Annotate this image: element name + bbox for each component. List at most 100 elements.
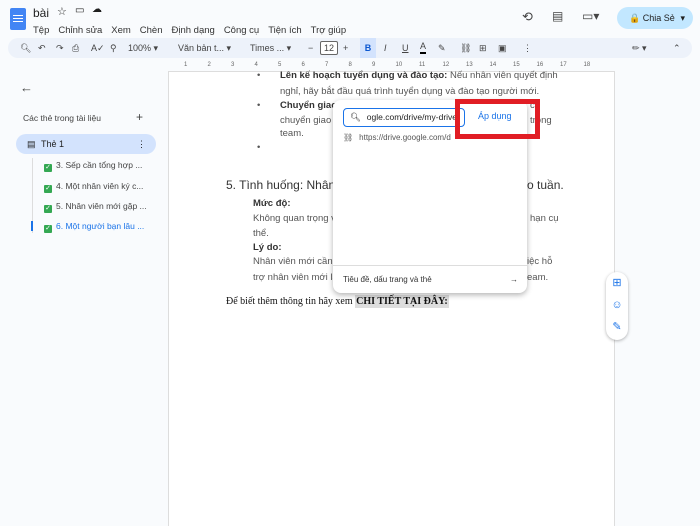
- font-size-input[interactable]: 12: [320, 41, 338, 55]
- cloud-status-icon[interactable]: ☁: [92, 4, 102, 15]
- style-select[interactable]: Văn bản t... ▾: [178, 38, 231, 58]
- doc-text: Không quan trọng v: [253, 213, 336, 224]
- ruler-tick-label: 6: [301, 62, 305, 68]
- font-select[interactable]: Times ... ▾: [250, 38, 291, 58]
- selected-link-text[interactable]: CHI TIẾT TẠI ĐÂY:: [355, 295, 449, 308]
- doc-text: Nhân viên mới cần t: [253, 256, 338, 267]
- editing-mode-icon[interactable]: ✏ ▾: [632, 38, 647, 58]
- ruler-tick-label: 9: [372, 62, 376, 68]
- outline-item[interactable]: ✓ 4. Một nhân viên ký c...: [44, 181, 143, 193]
- font-size-decrease-button[interactable]: −: [308, 38, 313, 58]
- menu-edit[interactable]: Chỉnh sửa: [58, 25, 102, 36]
- link-icon: ⛓: [343, 133, 354, 142]
- ruler-tick-label: 15: [513, 62, 520, 68]
- move-folder-icon[interactable]: ▭: [75, 5, 84, 16]
- menu-extensions[interactable]: Tiện ích: [268, 25, 301, 36]
- sidebar-tab-1[interactable]: ▤ Thẻ 1 ⋮: [16, 134, 156, 154]
- share-button[interactable]: 🔒 Chia Sẻ ▾: [617, 7, 693, 29]
- tab-icon: ▤: [27, 139, 36, 149]
- close-sidebar-icon[interactable]: ←: [20, 80, 33, 95]
- link-suggestion[interactable]: ⛓ https://drive.google.com/d: [343, 133, 451, 142]
- insert-image-icon[interactable]: ▣: [498, 38, 507, 58]
- divider: [333, 265, 527, 266]
- highlight-box: [455, 99, 540, 139]
- doc-text: trợ nhân viên mới là: [253, 272, 338, 283]
- checkbox-icon: ✓: [44, 225, 52, 233]
- ruler-tick-label: 17: [560, 62, 567, 68]
- outline-item[interactable]: ✓ 5. Nhân viên mới gặp ...: [44, 201, 147, 213]
- menu-help[interactable]: Trợ giúp: [311, 25, 346, 36]
- suggest-edits-icon[interactable]: ✎: [606, 316, 628, 338]
- ruler-tick-label: 14: [489, 62, 497, 68]
- text-color-button[interactable]: A: [420, 38, 427, 54]
- doc-text: team.: [280, 128, 304, 139]
- doc-text: iệc hỗ: [527, 256, 553, 267]
- add-tab-icon[interactable]: +: [136, 110, 143, 124]
- highlight-icon[interactable]: ✎: [438, 38, 446, 58]
- add-comment-icon[interactable]: ⊞: [479, 38, 487, 58]
- italic-button[interactable]: I: [384, 38, 387, 58]
- doc-label: Lý do:: [253, 242, 282, 253]
- share-dropdown-icon[interactable]: ▾: [680, 7, 685, 29]
- font-size-increase-button[interactable]: +: [343, 38, 348, 58]
- spellcheck-icon[interactable]: A✓: [91, 38, 105, 58]
- doc-bullet-1: Lên kế hoạch tuyển dụng và đào tạo: Nếu …: [280, 70, 558, 81]
- menu-view[interactable]: Xem: [111, 25, 131, 36]
- undo-icon[interactable]: ↶: [38, 38, 46, 58]
- insert-link-icon[interactable]: ⛓: [460, 38, 471, 58]
- menu-format[interactable]: Định dạng: [172, 25, 215, 36]
- outline-item-active[interactable]: ✓ 6. Một người bạn lâu ...: [44, 221, 144, 233]
- search-icon: 🔍︎: [350, 112, 361, 122]
- ruler-tick-label: 16: [536, 62, 544, 68]
- search-menus-icon[interactable]: 🔍︎: [20, 38, 31, 58]
- docs-logo-icon[interactable]: [10, 8, 26, 30]
- paint-format-icon[interactable]: ⚲: [110, 38, 117, 58]
- ruler-tick-label: 3: [231, 62, 235, 68]
- document-title[interactable]: bài: [33, 6, 49, 20]
- meet-icon[interactable]: ▭▾: [582, 9, 599, 23]
- floating-actions: ⊞ ☺ ✎: [606, 272, 628, 340]
- bullet: •: [257, 142, 261, 153]
- arrow-right-icon: →: [510, 275, 518, 284]
- share-label: Chia Sẻ: [642, 13, 675, 23]
- doc-text: nghỉ, hãy bắt đầu quá trình tuyển dụng v…: [280, 86, 540, 97]
- redo-icon[interactable]: ↷: [56, 38, 64, 58]
- doc-text: thể.: [253, 228, 269, 239]
- ruler-tick-label: 5: [278, 62, 282, 68]
- print-icon[interactable]: ⎙: [72, 38, 79, 58]
- checkbox-icon: ✓: [44, 185, 52, 193]
- ruler-tick-label: 1: [184, 62, 188, 68]
- menu-tools[interactable]: Công cụ: [224, 25, 259, 36]
- more-options-icon[interactable]: ⋮: [523, 38, 532, 58]
- doc-bullet-2: Chuyển giao: [280, 100, 338, 111]
- ruler-tick-label: 4: [254, 62, 258, 68]
- comments-icon[interactable]: ▤: [552, 9, 563, 23]
- menu-file[interactable]: Tệp: [33, 25, 49, 36]
- collapse-menus-icon[interactable]: ⌃: [673, 38, 681, 58]
- tab-options-icon[interactable]: ⋮: [137, 134, 146, 154]
- doc-label: Mức độ:: [253, 198, 291, 209]
- link-input[interactable]: 🔍︎ ogle.com/drive/my-drive: [343, 108, 465, 127]
- headings-bookmarks-option[interactable]: Tiêu đề, dấu trang và thẻ →: [343, 275, 518, 284]
- ruler-tick-label: 18: [583, 62, 591, 68]
- outline-item[interactable]: ✓ 3. Sếp cần tổng hợp ...: [44, 160, 142, 172]
- doc-text: o tuần.: [527, 178, 564, 192]
- emoji-reaction-icon[interactable]: ☺: [606, 294, 628, 316]
- star-icon[interactable]: ☆: [57, 5, 67, 18]
- doc-text: chuyển giao c: [280, 115, 339, 126]
- ruler-tick-label: 10: [395, 62, 403, 68]
- ruler-tick-label: 7: [325, 62, 329, 68]
- checkbox-icon: ✓: [44, 164, 52, 172]
- sidebar-heading: Các thẻ trong tài liệu: [23, 113, 101, 123]
- ruler-tick-label: 8: [348, 62, 352, 68]
- add-comment-icon[interactable]: ⊞: [606, 272, 628, 294]
- checkbox-icon: ✓: [44, 205, 52, 213]
- bullet: •: [257, 100, 261, 111]
- doc-footer-line: Để biết thêm thông tin hãy xem CHI TIẾT …: [226, 295, 449, 308]
- history-icon[interactable]: ⟲: [522, 9, 533, 25]
- underline-button[interactable]: U: [402, 38, 409, 58]
- zoom-select[interactable]: 100% ▾: [128, 38, 158, 58]
- menu-bar: Tệp Chỉnh sửa Xem Chèn Định dạng Công cụ Tiện …: [33, 20, 355, 38]
- bold-button[interactable]: B: [360, 38, 376, 58]
- menu-insert[interactable]: Chèn: [140, 25, 163, 36]
